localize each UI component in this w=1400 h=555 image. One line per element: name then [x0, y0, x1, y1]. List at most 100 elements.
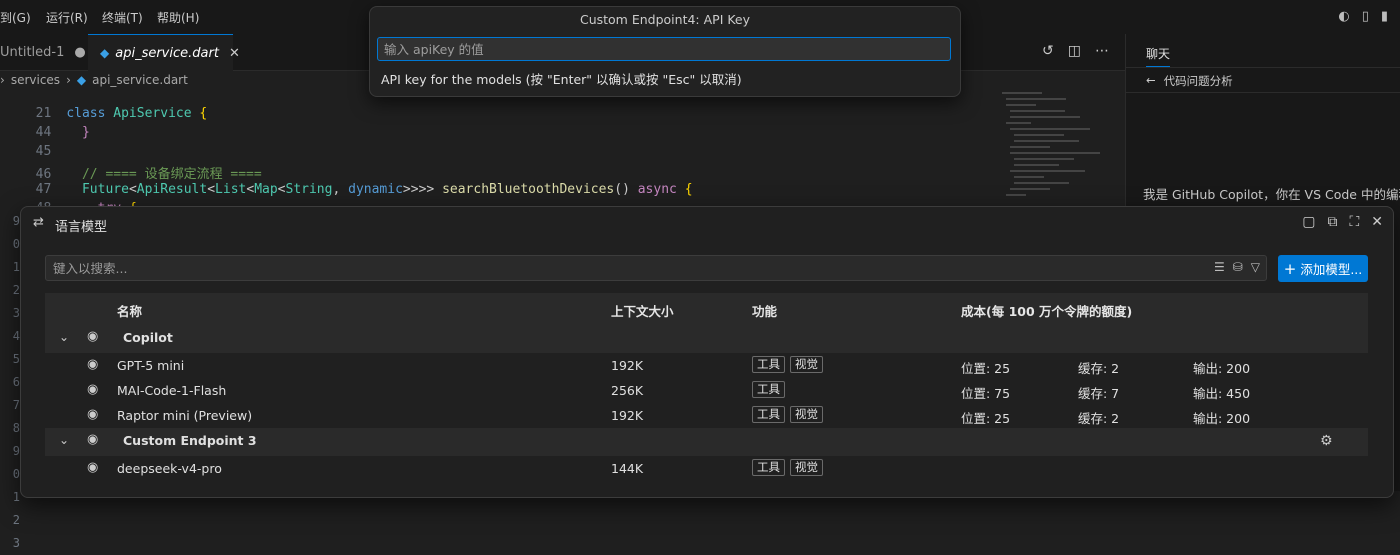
- tab-label: api_service.dart: [115, 45, 219, 61]
- cost-output: 输出: 450: [1193, 386, 1251, 401]
- arrow-left-icon[interactable]: ←: [1146, 73, 1156, 89]
- chat-intro-text: 我是 GitHub Copilot，你在 VS Code 中的编程: [1143, 187, 1400, 202]
- divider: [1126, 67, 1400, 68]
- api-key-input[interactable]: [377, 37, 951, 61]
- close-icon[interactable]: ✕: [229, 46, 240, 61]
- cost-cache: 缓存: 7: [1078, 386, 1120, 401]
- menu-terminal[interactable]: 终端(T): [102, 9, 143, 26]
- plus-icon: +: [1283, 259, 1297, 278]
- cost-cache: 缓存: 2: [1078, 411, 1120, 426]
- add-model-button[interactable]: + 添加模型...: [1278, 255, 1368, 282]
- maximize-icon[interactable]: ⛶: [1349, 214, 1359, 230]
- dialog-header: ⇄ 语言模型 ▢ ⧉ ⛶ ✕: [21, 207, 1393, 241]
- manage-icon[interactable]: ▢: [1302, 214, 1315, 230]
- copilot-icon[interactable]: ◐: [1338, 9, 1349, 24]
- divider: [1126, 92, 1400, 93]
- dirty-dot-icon: ●: [74, 44, 86, 60]
- close-icon[interactable]: ✕: [1371, 214, 1383, 230]
- code-line: 45: [0, 129, 66, 159]
- open-in-editor-icon[interactable]: ⧉: [1327, 214, 1337, 230]
- cost-input: 位置: 25: [961, 411, 1011, 426]
- model-capabilities: 工具 视觉: [752, 406, 828, 423]
- dart-file-icon: ◆: [100, 46, 110, 60]
- breadcrumb: › services › ◆ api_service.dart: [0, 71, 188, 89]
- code-line: 48 try {: [0, 186, 137, 216]
- model-name: deepseek-v4-pro: [117, 461, 222, 476]
- model-name: Raptor mini (Preview): [117, 408, 253, 423]
- table-header: 名称 上下文大小 功能 成本(每 100 万个令牌的额度): [45, 293, 1368, 325]
- eye-icon[interactable]: ◉: [87, 460, 98, 475]
- history-icon[interactable]: ↺: [1042, 43, 1054, 59]
- capability-badge: 工具: [752, 356, 785, 373]
- eye-icon[interactable]: ◉: [87, 382, 98, 397]
- code-line: 21 class ApiService {: [0, 91, 208, 121]
- quick-input-dialog: Custom Endpoint4: API Key API key for th…: [369, 6, 961, 97]
- clear-filter-icon[interactable]: ☰: [1214, 260, 1225, 274]
- chat-header: ← 代码问题分析: [1146, 73, 1233, 89]
- chevron-down-icon[interactable]: ⌄: [59, 433, 69, 447]
- chevron-right-icon: ›: [66, 73, 71, 87]
- split-editor-icon[interactable]: ◫: [1068, 43, 1081, 59]
- cost-input: 位置: 25: [961, 361, 1011, 376]
- table-row[interactable]: ◉ Raptor mini (Preview) 192K 工具 视觉 位置: 25…: [45, 403, 1368, 428]
- filter-icon[interactable]: ▽: [1251, 260, 1260, 274]
- minimap[interactable]: [1000, 90, 1110, 210]
- line-gutter: 901234567890123: [12, 214, 20, 550]
- minimize-icon[interactable]: ▮: [1381, 9, 1388, 24]
- code-line: 46 // ==== 设备绑定流程 ====: [0, 148, 262, 182]
- tab-label: Untitled-1: [0, 44, 65, 60]
- model-name: GPT-5 mini: [117, 358, 185, 373]
- col-context[interactable]: 上下文大小: [611, 301, 674, 320]
- eye-icon[interactable]: ◉: [87, 329, 98, 344]
- table-row[interactable]: ◉ MAI-Code-1-Flash 256K 工具 位置: 75 缓存: 7 …: [45, 378, 1368, 403]
- tab-api-service[interactable]: ◆ api_service.dart ✕: [88, 34, 240, 71]
- more-icon[interactable]: ⋯: [1095, 43, 1109, 59]
- table-row[interactable]: ◉ deepseek-v4-pro 144K 工具 视觉: [45, 456, 1368, 481]
- layout-icon[interactable]: ▯: [1362, 9, 1369, 24]
- chevron-down-icon[interactable]: ⌄: [59, 330, 69, 344]
- gear-icon[interactable]: ⚙: [1320, 433, 1333, 449]
- models-table: 名称 上下文大小 功能 成本(每 100 万个令牌的额度) ⌄ ◉ Copilo…: [45, 293, 1368, 481]
- menu-run[interactable]: 运行(R): [46, 9, 88, 26]
- model-context: 192K: [611, 408, 644, 423]
- col-cost[interactable]: 成本(每 100 万个令牌的额度): [961, 301, 1132, 320]
- model-context: 192K: [611, 358, 644, 373]
- model-context: 144K: [611, 461, 644, 476]
- menu-go[interactable]: 到(G): [0, 9, 31, 26]
- cost-cache: 缓存: 2: [1078, 361, 1120, 376]
- capability-badge: 视觉: [790, 406, 823, 423]
- table-row[interactable]: ◉ GPT-5 mini 192K 工具 视觉 位置: 25 缓存: 2 输出: …: [45, 353, 1368, 378]
- chat-tab[interactable]: 聊天: [1146, 45, 1171, 67]
- dart-file-icon: ◆: [76, 73, 87, 87]
- database-icon[interactable]: ⛁: [1233, 260, 1243, 274]
- eye-icon[interactable]: ◉: [87, 357, 98, 372]
- cost-output: 输出: 200: [1193, 411, 1251, 426]
- language-models-dialog: ⇄ 语言模型 ▢ ⧉ ⛶ ✕ ☰ ⛁ ▽ + 添加模型... 名称 上下文大小 …: [20, 206, 1394, 498]
- col-name[interactable]: 名称: [117, 301, 142, 320]
- breadcrumb-file[interactable]: api_service.dart: [92, 73, 188, 87]
- group-row-custom-endpoint[interactable]: ⌄ ◉ Custom Endpoint 3 ⚙: [45, 428, 1368, 456]
- model-search-box: ☰ ⛁ ▽: [45, 255, 1267, 281]
- add-model-label: 添加模型...: [1300, 262, 1363, 277]
- model-context: 256K: [611, 383, 644, 398]
- breadcrumb-folder[interactable]: services: [11, 73, 60, 87]
- group-row-copilot[interactable]: ⌄ ◉ Copilot: [45, 325, 1368, 353]
- quick-input-message: API key for the models (按 "Enter" 以确认或按 …: [381, 72, 742, 87]
- eye-icon[interactable]: ◉: [87, 407, 98, 422]
- group-name: Custom Endpoint 3: [123, 433, 257, 448]
- model-capabilities: 工具 视觉: [752, 459, 828, 476]
- capability-badge: 工具: [752, 406, 785, 423]
- chevron-right-icon: ›: [0, 73, 5, 87]
- models-icon: ⇄: [33, 215, 44, 230]
- eye-icon[interactable]: ◉: [87, 432, 98, 447]
- capability-badge: 视觉: [790, 356, 823, 373]
- menu-help[interactable]: 帮助(H): [157, 9, 199, 26]
- tab-untitled[interactable]: Untitled-1 ●: [0, 34, 88, 70]
- capability-badge: 工具: [752, 459, 785, 476]
- chat-session-title[interactable]: 代码问题分析: [1164, 73, 1233, 89]
- capability-badge: 视觉: [790, 459, 823, 476]
- dialog-title: 语言模型: [55, 220, 108, 235]
- capability-badge: 工具: [752, 381, 785, 398]
- model-search-input[interactable]: [46, 256, 1200, 280]
- col-capabilities[interactable]: 功能: [752, 301, 777, 320]
